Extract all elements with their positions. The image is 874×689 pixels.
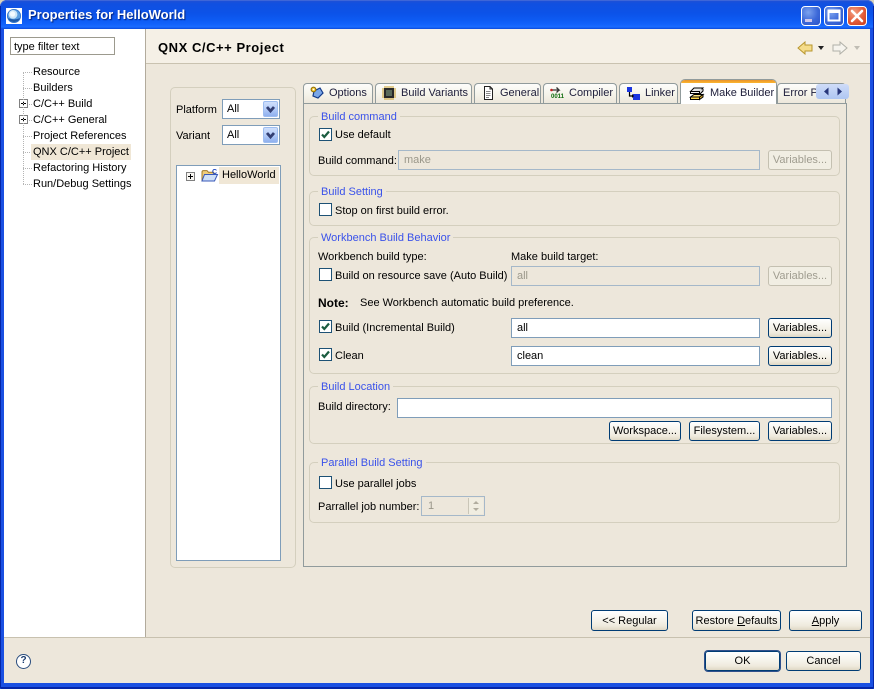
svg-text:C: C xyxy=(212,169,217,176)
svg-text:0011: 0011 xyxy=(551,94,565,100)
